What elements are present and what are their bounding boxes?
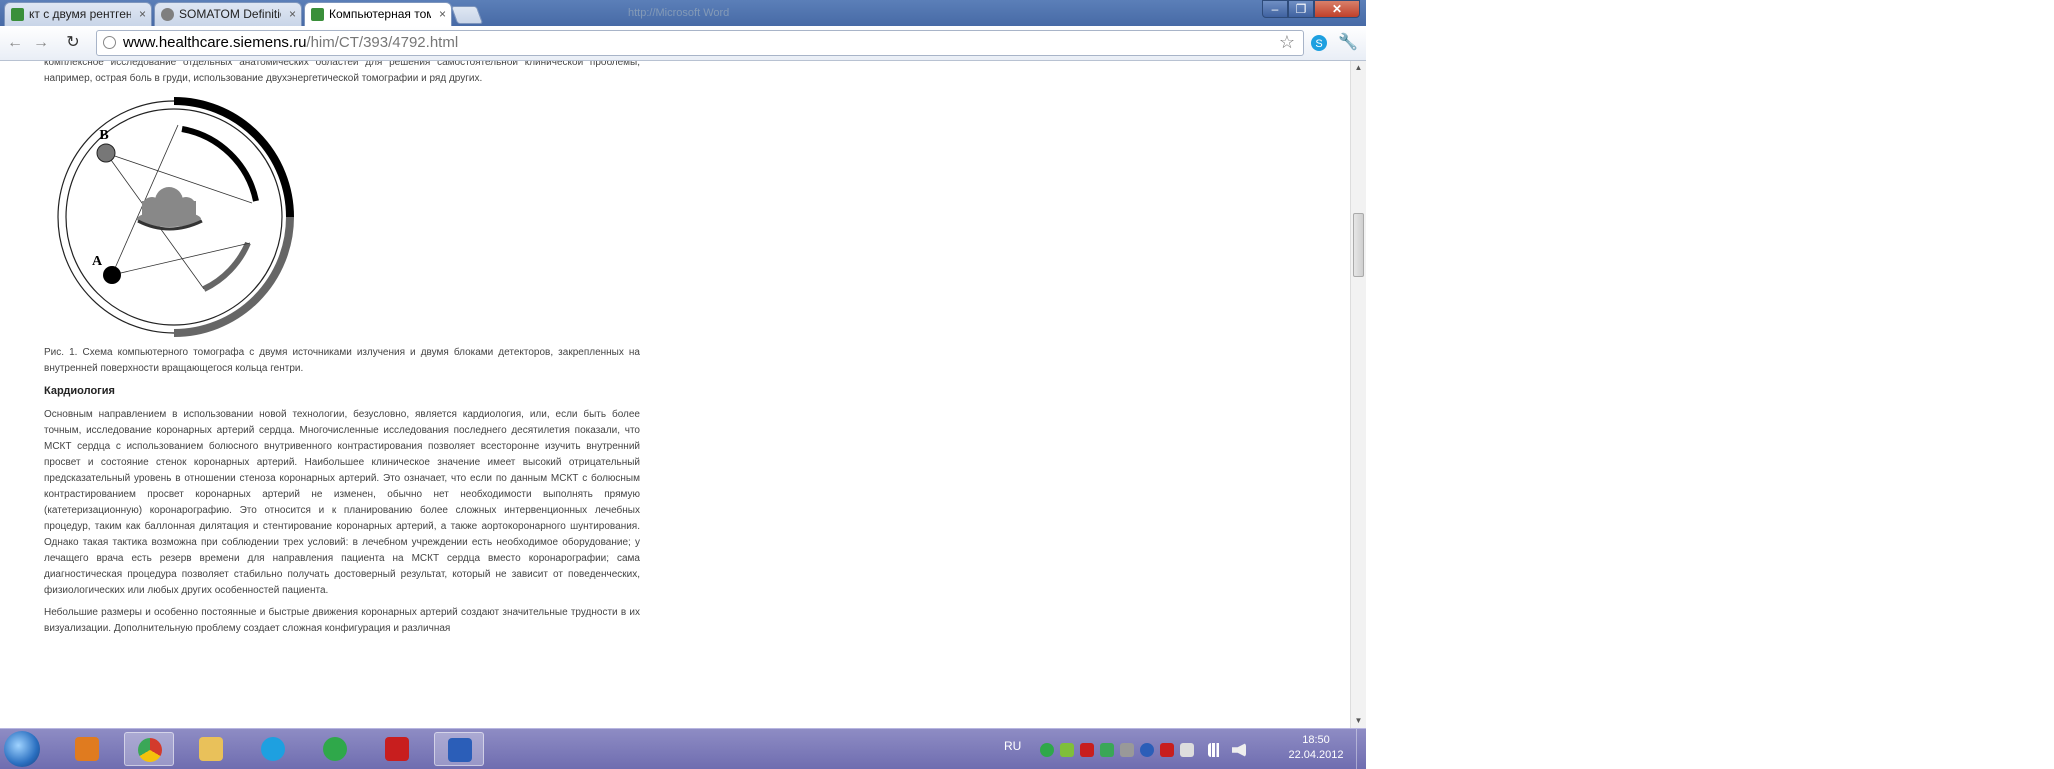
battery-icon[interactable] — [1180, 743, 1194, 757]
taskbar-media-player[interactable] — [62, 732, 112, 766]
tab-strip: кт с двумя рентгеновским × SOMATOM Defin… — [0, 0, 1366, 26]
section-title: Кардиология — [44, 385, 115, 397]
scroll-up-arrow-icon[interactable]: ▲ — [1351, 61, 1366, 75]
reload-button[interactable]: ↻ — [62, 33, 84, 53]
volume-icon[interactable] — [1232, 743, 1246, 757]
bluetooth-icon[interactable] — [1140, 743, 1154, 757]
page-favicon-icon — [161, 8, 174, 21]
chrome-icon — [138, 738, 162, 762]
tab-label: Компьютерная томограф — [329, 7, 431, 21]
folder-icon — [199, 737, 223, 761]
tray-icon-4[interactable] — [1100, 743, 1114, 757]
source-a-icon — [103, 266, 121, 284]
tab-label: SOMATOM Definition - - Si — [179, 7, 281, 21]
language-indicator[interactable]: RU — [1004, 739, 1021, 753]
forward-button[interactable]: → — [30, 33, 52, 53]
intro-paragraph: комплексное исследование отдельных анато… — [44, 61, 640, 84]
maximize-button[interactable]: ❐ — [1288, 0, 1314, 18]
label-b: B — [99, 128, 108, 143]
new-tab-button[interactable] — [450, 6, 484, 24]
clock[interactable]: 18:50 22.04.2012 — [1284, 733, 1348, 763]
scroll-down-arrow-icon[interactable]: ▼ — [1351, 714, 1366, 728]
skype-extension-icon[interactable]: S — [1310, 34, 1328, 52]
browser-window: кт с двумя рентгеновским × SOMATOM Defin… — [0, 0, 1366, 728]
svg-text:S: S — [1315, 38, 1322, 50]
word-icon — [448, 738, 472, 762]
close-window-button[interactable]: ✕ — [1314, 0, 1360, 18]
media-player-icon — [75, 737, 99, 761]
tray-icon-2[interactable] — [1060, 743, 1074, 757]
ct-scanner-diagram: B A — [57, 97, 294, 337]
network-signal-icon[interactable] — [1208, 743, 1222, 757]
close-tab-icon[interactable]: × — [439, 3, 446, 25]
taskbar-acrobat[interactable] — [372, 732, 422, 766]
figure-caption: Рис. 1. Схема компьютерного томографа с … — [44, 347, 640, 374]
google-favicon-icon — [11, 8, 24, 21]
scroll-thumb[interactable] — [1353, 213, 1364, 277]
tray-icon-5[interactable] — [1120, 743, 1134, 757]
taskbar-chrome[interactable] — [124, 732, 174, 766]
body-paragraph-2: Небольшие размеры и особенно постоянные … — [44, 607, 640, 634]
start-button[interactable] — [4, 731, 40, 767]
tab-1[interactable]: кт с двумя рентгеновским × — [4, 2, 152, 26]
windows-taskbar: RU 18:50 22.04.2012 — [0, 728, 1366, 769]
wrench-icon[interactable]: 🔧 — [1338, 32, 1358, 52]
browser-toolbar: ← → ↻ www.healthcare.siemens.ru/him/CT/3… — [0, 26, 1366, 61]
minimize-button[interactable]: – — [1262, 0, 1288, 18]
mail-agent-icon — [323, 737, 347, 761]
address-bar[interactable]: www.healthcare.siemens.ru/him/CT/393/479… — [96, 30, 1304, 56]
tab-2[interactable]: SOMATOM Definition - - Si × — [154, 2, 302, 26]
vertical-scrollbar[interactable]: ▲ ▼ — [1350, 61, 1366, 728]
back-button[interactable]: ← — [4, 33, 26, 53]
url-path: /him/CT/393/4792.html — [306, 34, 459, 51]
close-tab-icon[interactable]: × — [139, 3, 146, 25]
body-paragraph-1: Основным направлением в использовании но… — [44, 409, 640, 596]
tray-icon-7[interactable] — [1160, 743, 1174, 757]
globe-icon — [103, 36, 116, 49]
acrobat-icon — [385, 737, 409, 761]
article: комплексное исследование отдельных анато… — [44, 61, 640, 643]
tab-3[interactable]: Компьютерная томограф × — [304, 2, 452, 26]
tab-label: кт с двумя рентгеновским — [29, 7, 131, 21]
taskbar-mail-agent[interactable] — [310, 732, 360, 766]
google-favicon-icon — [311, 8, 324, 21]
skype-icon — [261, 737, 285, 761]
background-window-title: http://Microsoft Word — [628, 7, 730, 19]
page-viewport: комплексное исследование отдельных анато… — [0, 61, 1350, 728]
source-b-icon — [96, 143, 116, 163]
clock-date: 22.04.2012 — [1288, 749, 1344, 761]
label-a: A — [92, 254, 103, 269]
taskbar-word[interactable] — [434, 732, 484, 766]
empty-screen-area — [1366, 0, 2054, 768]
url-host: www.healthcare.siemens.ru — [123, 34, 307, 51]
bookmark-star-icon[interactable]: ☆ — [1279, 32, 1295, 53]
close-tab-icon[interactable]: × — [289, 3, 296, 25]
url-text[interactable]: www.healthcare.siemens.ru/him/CT/393/479… — [123, 34, 458, 51]
taskbar-explorer[interactable] — [186, 732, 236, 766]
clock-time: 18:50 — [1302, 734, 1330, 746]
tray-icon-1[interactable] — [1040, 743, 1054, 757]
taskbar-skype[interactable] — [248, 732, 298, 766]
tray-icon-3[interactable] — [1080, 743, 1094, 757]
